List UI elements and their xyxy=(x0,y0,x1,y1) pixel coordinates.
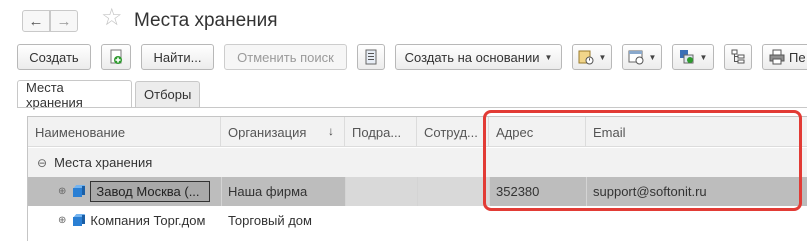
tab-filters[interactable]: Отборы xyxy=(135,81,200,107)
department-cell[interactable] xyxy=(345,177,417,206)
column-header-department[interactable]: Подра... xyxy=(345,117,417,147)
chevron-down-icon: ▼ xyxy=(598,52,607,62)
department-cell[interactable] xyxy=(345,206,417,235)
reports-button[interactable]: ▼ xyxy=(572,44,612,70)
tab-divider xyxy=(17,107,807,108)
chevron-down-icon: ▼ xyxy=(648,52,657,62)
cancel-search-button[interactable]: Отменить поиск xyxy=(224,44,347,70)
calendar-icon xyxy=(628,49,644,65)
tab-filters-label: Отборы xyxy=(144,87,192,102)
copy-add-icon xyxy=(108,49,124,65)
print-button-label: Пе xyxy=(789,49,806,65)
group-cell: ⊖ Места хранения xyxy=(28,148,428,177)
create-button-label: Создать xyxy=(29,49,79,65)
column-header-name[interactable]: Наименование xyxy=(28,117,221,147)
annotation-highlight xyxy=(483,110,802,211)
name-value: Компания Торг.дом xyxy=(90,213,206,228)
column-organization-label: Организация xyxy=(228,124,307,140)
column-divider xyxy=(417,177,418,206)
documents-button[interactable]: ▼ xyxy=(622,44,662,70)
find-button-label: Найти... xyxy=(153,49,202,65)
hierarchy-icon xyxy=(730,49,746,65)
title-bar: ← → ☆ Места хранения xyxy=(0,0,807,40)
create-based-on-button[interactable]: Создать на основании ▼ xyxy=(395,44,562,70)
back-button[interactable]: ← xyxy=(22,10,50,32)
exchange-icon xyxy=(679,49,695,65)
organization-value: Наша фирма xyxy=(228,184,308,199)
employee-cell[interactable] xyxy=(417,177,489,206)
report-icon xyxy=(578,49,594,65)
cancel-search-label: Отменить поиск xyxy=(237,49,334,65)
column-divider xyxy=(345,177,346,206)
copy-button[interactable] xyxy=(101,44,131,70)
employee-cell[interactable] xyxy=(417,206,489,235)
sort-down-icon: ↓ xyxy=(328,124,334,138)
arrow-left-icon: ← xyxy=(28,12,44,30)
arrow-right-icon: → xyxy=(56,12,72,30)
list-icon xyxy=(363,49,379,65)
exchange-button[interactable]: ▼ xyxy=(672,44,714,70)
group-label: Места хранения xyxy=(54,155,153,170)
column-header-employee[interactable]: Сотруд... xyxy=(417,117,489,147)
chevron-down-icon: ▼ xyxy=(544,52,553,62)
name-value: Завод Москва (... xyxy=(90,181,211,202)
name-cell[interactable]: ⊕ Компания Торг.дом xyxy=(28,206,221,235)
column-header-organization[interactable]: Организация ↓ xyxy=(221,117,345,147)
create-based-on-label: Создать на основании xyxy=(404,49,540,65)
tab-storage-places-label: Места хранения xyxy=(26,79,83,110)
toolbar: Создать Найти... Отменить поиск Создать … xyxy=(0,44,807,72)
printer-icon xyxy=(769,49,785,65)
expand-icon[interactable]: ⊕ xyxy=(58,186,66,197)
organization-cell[interactable]: Наша фирма xyxy=(221,177,345,206)
column-name-label: Наименование xyxy=(35,124,126,140)
tab-storage-places[interactable]: Места хранения xyxy=(17,79,132,110)
page-title: Места хранения xyxy=(134,10,278,31)
hierarchy-button[interactable] xyxy=(724,44,752,70)
forward-button[interactable]: → xyxy=(50,10,78,32)
organization-value: Торговый дом xyxy=(228,213,312,228)
cube-icon xyxy=(72,185,86,198)
column-employee-label: Сотруд... xyxy=(424,124,478,140)
find-button[interactable]: Найти... xyxy=(141,44,214,70)
list-button[interactable] xyxy=(357,44,385,70)
column-divider xyxy=(221,177,222,206)
organization-cell[interactable]: Торговый дом xyxy=(221,206,345,235)
collapse-icon[interactable]: ⊖ xyxy=(37,156,47,170)
create-button[interactable]: Создать xyxy=(17,44,91,70)
print-button[interactable]: Пе xyxy=(762,44,807,70)
expand-icon[interactable]: ⊕ xyxy=(58,215,66,226)
cube-icon xyxy=(72,214,86,227)
star-icon[interactable]: ☆ xyxy=(101,6,123,30)
column-department-label: Подра... xyxy=(352,124,402,140)
chevron-down-icon: ▼ xyxy=(699,52,708,62)
name-cell[interactable]: ⊕ Завод Москва (... xyxy=(28,177,221,206)
